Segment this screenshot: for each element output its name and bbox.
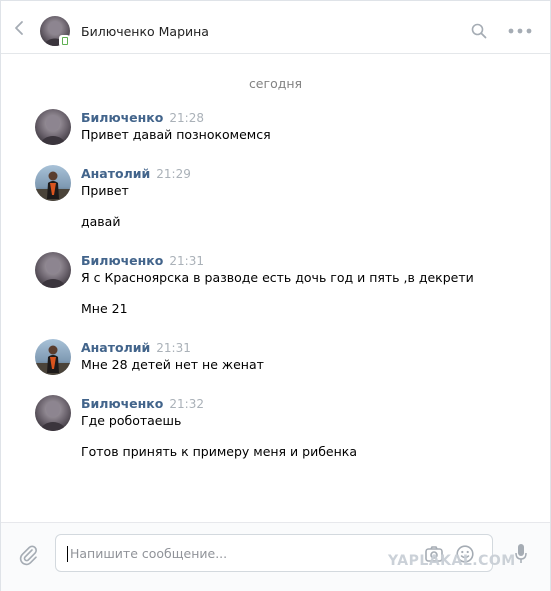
message-text: Привет давай познокомемся — [81, 127, 271, 142]
text-caret — [67, 546, 68, 562]
chevron-left-icon[interactable] — [11, 20, 27, 36]
date-separator: сегодня — [248, 76, 303, 91]
message-text: Привет — [81, 183, 129, 198]
message-text: Мне 28 детей нет не женат — [81, 357, 264, 372]
avatar-female-icon — [35, 109, 71, 145]
contact-name[interactable]: Билюченко Марина — [81, 24, 209, 39]
message-author: Билюченко 21:31 — [81, 253, 204, 268]
avatar[interactable] — [35, 109, 71, 145]
message-text: Я с Красноярска в разводе есть дочь год … — [81, 270, 474, 285]
message-author: Анатолий 21:29 — [81, 166, 191, 181]
avatar[interactable] — [35, 165, 71, 201]
author-name[interactable]: Билюченко — [81, 110, 163, 125]
chat-window: Билюченко Марина сегодня Билюченко 21:28 … — [0, 0, 551, 591]
avatar[interactable] — [35, 339, 71, 375]
avatar-male-icon — [35, 165, 71, 201]
more-horizontal-icon[interactable] — [508, 27, 532, 35]
message-time: 21:32 — [169, 397, 204, 411]
chat-header: Билюченко Марина — [1, 1, 550, 54]
message-author: Билюченко 21:28 — [81, 110, 204, 125]
message-author: Билюченко 21:32 — [81, 396, 204, 411]
avatar[interactable] — [35, 252, 71, 288]
author-name[interactable]: Анатолий — [81, 340, 150, 355]
avatar-male-icon — [35, 339, 71, 375]
message-author: Анатолий 21:31 — [81, 340, 191, 355]
message-text: давай — [81, 214, 121, 229]
avatar[interactable] — [35, 395, 71, 431]
author-name[interactable]: Билюченко — [81, 396, 163, 411]
paperclip-icon[interactable] — [17, 544, 39, 566]
avatar-female-icon — [35, 252, 71, 288]
search-icon[interactable] — [471, 23, 487, 39]
message-text: Где роботаешь — [81, 413, 182, 428]
author-name[interactable]: Анатолий — [81, 166, 150, 181]
message-time: 21:31 — [169, 254, 204, 268]
microphone-icon[interactable] — [515, 543, 527, 565]
author-name[interactable]: Билюченко — [81, 253, 163, 268]
message-time: 21:29 — [156, 167, 191, 181]
message-text: Готов принять к примеру меня и рибенка — [81, 444, 357, 459]
avatar-female-icon — [35, 395, 71, 431]
message-text: Мне 21 — [81, 301, 128, 316]
input-placeholder: Напишите сообщение... — [70, 546, 228, 561]
message-time: 21:28 — [169, 111, 204, 125]
mobile-online-icon — [59, 35, 70, 47]
watermark: YAPLAKAL.COM — [388, 553, 516, 569]
message-time: 21:31 — [156, 341, 191, 355]
